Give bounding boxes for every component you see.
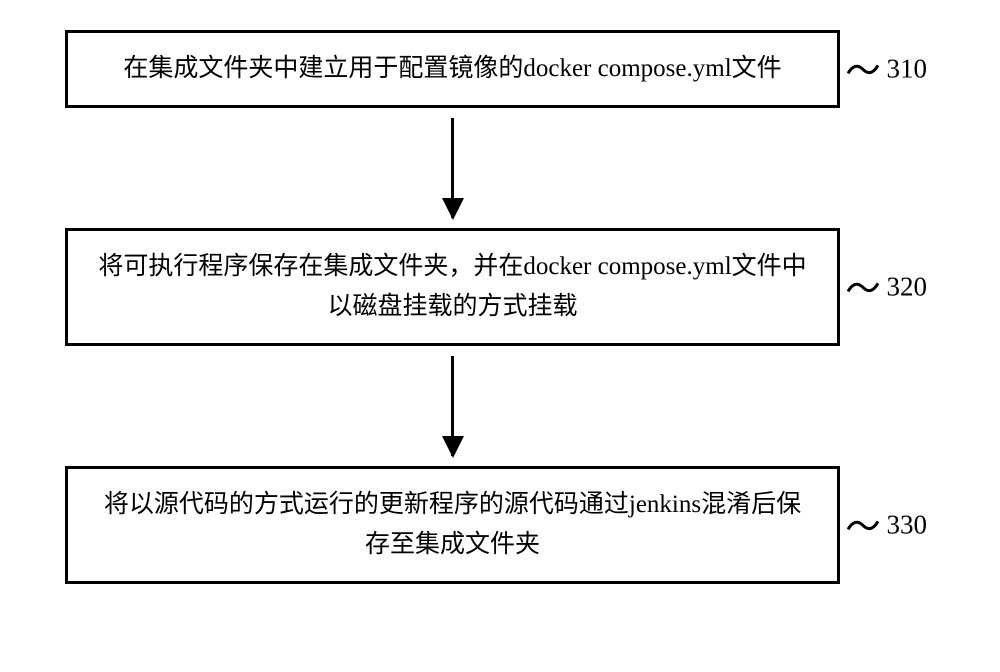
step-3-text: 将以源代码的方式运行的更新程序的源代码通过jenkins混淆后保存至集成文件夹 <box>98 485 807 565</box>
arrow-2-container <box>65 346 840 466</box>
flowchart-step-3: 将以源代码的方式运行的更新程序的源代码通过jenkins混淆后保存至集成文件夹 … <box>65 466 840 584</box>
connector-tilde-icon <box>847 515 879 535</box>
arrow-1-container <box>65 108 840 228</box>
step-2-label-number: 320 <box>887 265 928 308</box>
step-2-text: 将可执行程序保存在集成文件夹，并在docker compose.yml文件中以磁… <box>98 247 807 327</box>
step-3-label: 330 <box>847 503 928 546</box>
flowchart-step-1: 在集成文件夹中建立用于配置镜像的docker compose.yml文件 310 <box>65 30 840 108</box>
step-1-label-number: 310 <box>887 47 928 90</box>
connector-tilde-icon <box>847 277 879 297</box>
arrow-down-icon <box>451 356 454 456</box>
step-2-label: 320 <box>847 265 928 308</box>
connector-tilde-icon <box>847 59 879 79</box>
step-1-text: 在集成文件夹中建立用于配置镜像的docker compose.yml文件 <box>123 49 781 89</box>
flowchart-container: 在集成文件夹中建立用于配置镜像的docker compose.yml文件 310… <box>65 30 935 584</box>
step-1-label: 310 <box>847 47 928 90</box>
flowchart-step-2: 将可执行程序保存在集成文件夹，并在docker compose.yml文件中以磁… <box>65 228 840 346</box>
arrow-down-icon <box>451 118 454 218</box>
step-3-label-number: 330 <box>887 503 928 546</box>
